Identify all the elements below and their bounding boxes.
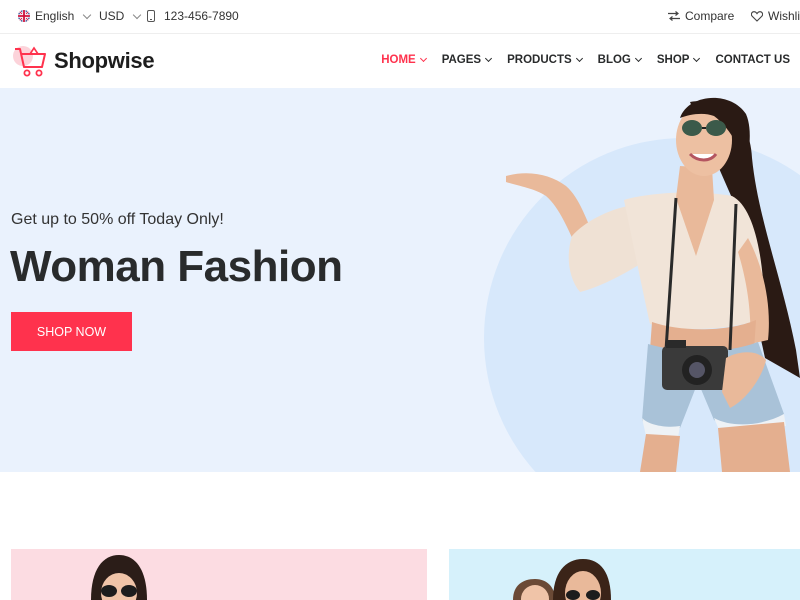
chevron-down-icon <box>485 54 493 63</box>
main-nav: HOME PAGES PRODUCTS BLOG SHOP CONTACT US <box>381 54 790 66</box>
phone-number: 123-456-7890 <box>164 9 239 23</box>
compare-link[interactable]: Compare <box>668 9 734 23</box>
phone-icon <box>147 10 155 22</box>
chevron-down-icon <box>133 10 142 19</box>
nav-blog-label: BLOG <box>597 54 631 66</box>
shop-now-button[interactable]: SHOP NOW <box>11 312 132 351</box>
promo-model-image <box>91 555 147 600</box>
currency-label: USD <box>99 9 125 23</box>
wishlist-label: Wishlis <box>768 9 800 23</box>
hero-title: Woman Fashion <box>10 242 343 291</box>
brand-name: Shopwise <box>54 48 155 73</box>
nav-products-label: PRODUCTS <box>507 54 572 66</box>
nav-shop[interactable]: SHOP <box>656 54 701 66</box>
brand-logo[interactable]: Shopwise <box>12 43 155 79</box>
nav-blog[interactable]: BLOG <box>597 54 642 66</box>
compare-icon <box>668 11 680 21</box>
hero-model-image <box>506 97 800 472</box>
wishlist-link[interactable]: Wishlis <box>751 9 800 23</box>
top-bar: English USD 123-456-7890 Compare Wishlis <box>0 0 800 34</box>
uk-flag-icon <box>18 10 30 22</box>
cart-logo-icon <box>13 46 46 77</box>
nav-pages-label: PAGES <box>441 54 482 66</box>
nav-home[interactable]: HOME <box>381 54 427 66</box>
chevron-down-icon <box>83 10 92 19</box>
language-selector[interactable]: English <box>18 9 92 23</box>
chevron-down-icon <box>693 54 701 63</box>
chevron-down-icon <box>634 54 642 63</box>
currency-selector[interactable]: USD <box>99 9 142 23</box>
chevron-down-icon <box>419 54 427 63</box>
nav-products[interactable]: PRODUCTS <box>507 54 583 66</box>
chevron-down-icon <box>575 54 583 63</box>
hero-banner: Get up to 50% off Today Only! Woman Fash… <box>0 88 800 472</box>
nav-contact-label: CONTACT US <box>715 54 790 66</box>
compare-label: Compare <box>685 9 735 23</box>
nav-shop-label: SHOP <box>656 54 690 66</box>
nav-contact[interactable]: CONTACT US <box>715 54 790 66</box>
promo-banner-couple[interactable] <box>449 549 800 600</box>
heart-icon <box>751 10 763 22</box>
nav-home-label: HOME <box>381 54 416 66</box>
language-label: English <box>35 9 75 23</box>
nav-pages[interactable]: PAGES <box>441 54 493 66</box>
promo-banner-women[interactable] <box>11 549 427 600</box>
phone-contact: 123-456-7890 <box>147 9 239 23</box>
main-header: Shopwise HOME PAGES PRODUCTS BLOG SHOP C… <box>0 35 800 88</box>
promo-couple-image <box>513 559 611 600</box>
hero-subtitle: Get up to 50% off Today Only! <box>11 211 224 228</box>
